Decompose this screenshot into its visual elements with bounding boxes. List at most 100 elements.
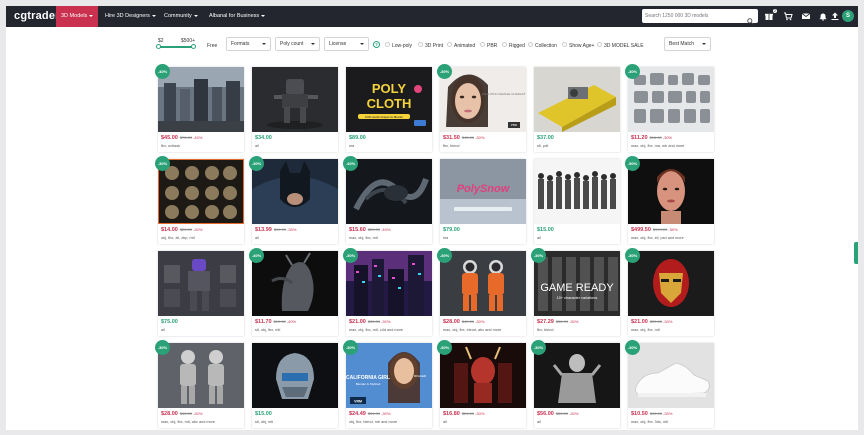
product-card[interactable]: -30% $28.00 $40.00-30% max, obj, fbx, mtl, … <box>155 340 244 428</box>
product-thumbnail[interactable] <box>158 67 244 132</box>
product-thumbnail[interactable] <box>440 251 526 316</box>
product-thumbnail[interactable]: CALIFORNIA GIRL Blender & Stylized RIGGED V… <box>346 343 432 408</box>
product-thumbnail[interactable] <box>628 343 714 408</box>
filter-show-age[interactable]: Show Age+ <box>569 43 594 49</box>
product-card[interactable]: -30% $14.00 $20.00-30% obj, fbx, ztl, zbp, … <box>155 156 244 244</box>
filter-collection[interactable]: Collection <box>535 43 557 49</box>
nav-3d-models[interactable]: 3D Models <box>56 6 99 27</box>
filter-low-poly[interactable]: Low-poly <box>392 43 412 49</box>
cart-icon[interactable] <box>783 11 793 21</box>
toggle-sale[interactable] <box>597 42 602 47</box>
product-card[interactable]: -40% $11.70 $19.50-40% stl, obj, fbx, mtl <box>249 248 338 336</box>
product-thumbnail[interactable] <box>534 67 620 132</box>
poly-count-dropdown[interactable]: Poly count <box>275 37 320 51</box>
toggle-pbr[interactable] <box>480 42 485 47</box>
product-thumbnail[interactable] <box>252 67 338 132</box>
product-thumbnail[interactable] <box>346 159 432 224</box>
price-slider-min-handle[interactable] <box>156 44 161 49</box>
search-icon[interactable] <box>747 12 754 25</box>
product-thumbnail[interactable] <box>252 343 338 408</box>
filter-3d-print[interactable]: 3D Print <box>425 43 443 49</box>
toggle-animated[interactable] <box>447 42 452 47</box>
product-card[interactable]: -40% $45.00 $75.00-40% fbx, unitask <box>155 64 244 152</box>
filter-pbr[interactable]: PBR <box>487 43 497 49</box>
product-card[interactable]: $75.00 all <box>158 251 244 336</box>
filter-animated[interactable]: Animated <box>454 43 475 49</box>
product-card[interactable]: -30% $11.20 $16.00-30% max, obj, fbx, ma, m… <box>625 64 714 152</box>
upload-icon[interactable] <box>830 11 840 21</box>
product-card[interactable]: GAME READY 10+ character variations -30% $2… <box>531 248 620 336</box>
product-card[interactable]: -30% $21.00 $30.00-30% max, obj, fbx, mtl <box>625 248 714 336</box>
product-thumbnail[interactable]: REALISTIC FEMALE CHARACTER PBR <box>440 67 526 132</box>
product-card[interactable]: PolySnow $79.00 ma <box>440 159 526 244</box>
price-slider-track[interactable] <box>158 46 194 48</box>
filter-rigged[interactable]: Rigged <box>509 43 525 49</box>
bell-icon[interactable] <box>818 11 828 21</box>
product-discount-percent: -30% <box>663 411 673 416</box>
product-card[interactable]: -30% $56.00 $80.00-30% all <box>531 340 620 428</box>
product-old-price: $30.00 <box>367 319 381 324</box>
toggle-show-age[interactable] <box>562 42 567 47</box>
nav-business[interactable]: Albanal for Business <box>204 6 270 27</box>
avatar[interactable]: S <box>842 10 854 22</box>
product-card[interactable]: -50% $499.50 $999.00-50% max, obj, fbx, ztl… <box>625 156 714 244</box>
product-card[interactable]: -30% $13.99 $19.99-30% all <box>249 156 338 244</box>
product-card[interactable]: POLY CLOTH 1000 Houdini shapes for Blender… <box>346 67 432 152</box>
nav-hire-designers[interactable]: Hire 3D Designers <box>100 6 161 27</box>
product-card[interactable]: $15.00 all <box>534 159 620 244</box>
product-thumbnail[interactable] <box>158 251 244 316</box>
product-card[interactable]: -30% $28.00 $40.00-30% max, obj, fbx, blend… <box>437 248 526 336</box>
toggle-collection[interactable] <box>528 42 533 47</box>
product-thumbnail[interactable] <box>158 159 244 224</box>
nav-label: Albanal for Business <box>209 13 260 19</box>
notification-badge: 2 <box>773 9 777 13</box>
free-filter[interactable]: Free <box>207 43 217 49</box>
product-card[interactable]: -40% $15.60 $26.00-40% max, obj, fbx, mtl <box>343 156 432 244</box>
toggle-rigged[interactable] <box>502 42 507 47</box>
product-card[interactable]: $15.00 stl, obj, mtl <box>252 343 338 428</box>
product-discount-percent: -30% <box>475 319 485 324</box>
discount-badge: -40% <box>343 156 358 171</box>
formats-dropdown[interactable]: Formats <box>226 37 271 51</box>
product-discount-percent: -30% <box>569 411 579 416</box>
product-thumbnail[interactable] <box>158 343 244 408</box>
product-thumbnail[interactable]: POLY CLOTH 1000 Houdini shapes for Blender <box>346 67 432 132</box>
product-thumbnail[interactable] <box>346 251 432 316</box>
product-card[interactable]: REALISTIC FEMALE CHARACTER PBR -30% $31.50 $… <box>437 64 526 152</box>
product-thumbnail[interactable] <box>440 343 526 408</box>
filter-3d-model-sale[interactable]: 3D MODEL SALE <box>604 43 644 49</box>
search-input[interactable] <box>645 11 741 21</box>
product-card[interactable]: -30% $10.50 $15.00-30% max, obj, fbx, 3ds, … <box>625 340 714 428</box>
discount-badge: -30% <box>437 340 452 355</box>
gift-icon[interactable] <box>764 11 774 21</box>
product-old-price: $30.00 <box>649 319 663 324</box>
product-card[interactable]: CALIFORNIA GIRL Blender & Stylized RIGGED V… <box>343 340 432 428</box>
product-thumbnail[interactable] <box>252 251 338 316</box>
product-thumbnail[interactable] <box>534 343 620 408</box>
product-discount-percent: -30% <box>475 411 485 416</box>
thumbnail-text: CLOTH <box>367 96 412 111</box>
product-thumbnail[interactable] <box>628 159 714 224</box>
product-formats: fbx, unitask <box>161 144 181 148</box>
toggle-3d-print[interactable] <box>418 42 423 47</box>
toggle-low-poly[interactable] <box>385 42 390 47</box>
product-thumbnail[interactable]: GAME READY 10+ character variations <box>534 251 620 316</box>
license-dropdown[interactable]: License <box>324 37 369 51</box>
product-thumbnail[interactable] <box>628 251 714 316</box>
mail-icon[interactable] <box>801 11 811 21</box>
help-icon[interactable]: ? <box>373 41 380 48</box>
product-discount-percent: -30% <box>475 135 485 140</box>
product-thumbnail[interactable] <box>252 159 338 224</box>
nav-community[interactable]: Community <box>159 6 203 27</box>
product-card[interactable]: -30% $16.80 $24.00-30% all <box>437 340 526 428</box>
product-card[interactable]: $37.00 stl, pdf <box>534 67 620 152</box>
price-slider-max-handle[interactable] <box>191 44 196 49</box>
sort-dropdown[interactable]: Best Match <box>664 37 711 51</box>
product-card[interactable]: $34.00 all <box>252 67 338 152</box>
product-card[interactable]: -30% $21.00 $30.00-30% max, obj, fbx, mtl, … <box>343 248 432 336</box>
product-thumbnail[interactable]: PolySnow <box>440 159 526 224</box>
feedback-side-tab[interactable] <box>854 242 858 264</box>
product-thumbnail[interactable] <box>628 67 714 132</box>
site-logo[interactable]: cgtrader <box>14 10 60 22</box>
product-thumbnail[interactable] <box>534 159 620 224</box>
